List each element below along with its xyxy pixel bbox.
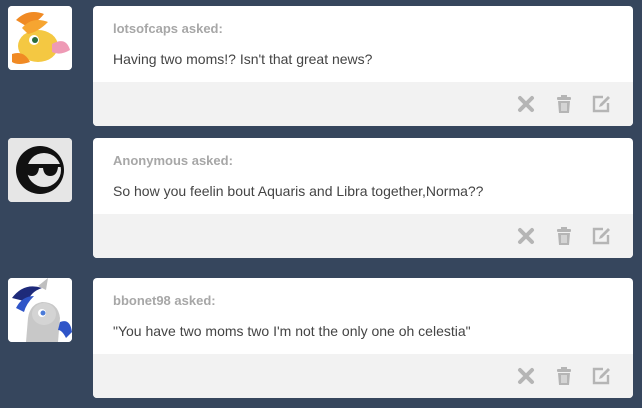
asker-name[interactable]: lotsofcaps asked:: [113, 21, 223, 36]
post-footer: [93, 82, 633, 126]
avatar[interactable]: [8, 278, 72, 342]
trash-button[interactable]: [553, 225, 575, 247]
trash-icon: [557, 367, 571, 385]
asker-name[interactable]: bbonet98 asked:: [113, 293, 216, 308]
edit-button[interactable]: [590, 365, 612, 387]
ask-card: Anonymous asked: So how you feelin bout …: [93, 138, 633, 258]
post-footer: [93, 354, 633, 398]
edit-icon: [592, 367, 610, 385]
trash-icon: [557, 227, 571, 245]
anonymous-sunglasses-icon: [8, 138, 72, 202]
delete-button[interactable]: [515, 93, 537, 115]
ask-card: bbonet98 asked: "You have two moms two I…: [93, 278, 633, 398]
trash-button[interactable]: [553, 93, 575, 115]
delete-icon: [518, 228, 534, 244]
asker-name[interactable]: Anonymous asked:: [113, 153, 233, 168]
edit-button[interactable]: [590, 93, 612, 115]
post-footer: [93, 214, 633, 258]
edit-icon: [592, 227, 610, 245]
avatar[interactable]: [8, 138, 72, 202]
avatar[interactable]: [8, 6, 72, 70]
delete-button[interactable]: [515, 365, 537, 387]
delete-button[interactable]: [515, 225, 537, 247]
pony-avatar-icon: [8, 278, 72, 342]
question-text: "You have two moms two I'm not the only …: [113, 323, 471, 339]
edit-button[interactable]: [590, 225, 612, 247]
delete-icon: [518, 96, 534, 112]
delete-icon: [518, 368, 534, 384]
trash-button[interactable]: [553, 365, 575, 387]
question-text: So how you feelin bout Aquaris and Libra…: [113, 183, 484, 199]
pony-avatar-icon: [8, 6, 72, 70]
ask-card: lotsofcaps asked: Having two moms!? Isn'…: [93, 6, 633, 126]
question-text: Having two moms!? Isn't that great news?: [113, 51, 373, 67]
edit-icon: [592, 95, 610, 113]
trash-icon: [557, 95, 571, 113]
